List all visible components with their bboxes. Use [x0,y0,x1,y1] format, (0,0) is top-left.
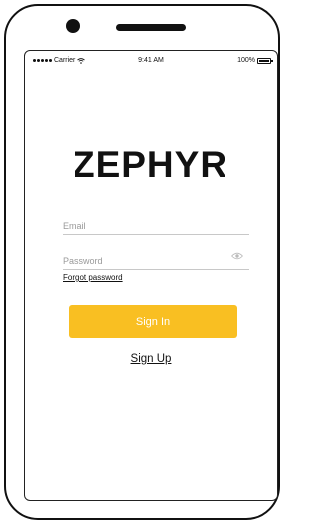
forgot-password-link[interactable]: Forgot password [63,273,123,282]
password-input[interactable] [63,256,223,266]
speaker-icon [116,24,186,31]
sign-in-button[interactable]: Sign In [69,305,237,338]
email-underline [63,234,249,235]
password-field[interactable] [63,251,249,270]
status-bar: Carrier 9:41 AM 100% [25,51,277,69]
email-field[interactable] [63,216,249,235]
app-screen: Carrier 9:41 AM 100% ZEPHYR Email Forgot… [24,50,278,501]
sign-up-link[interactable]: Sign Up [25,353,277,365]
battery-icon [257,57,273,64]
phone-frame: Carrier 9:41 AM 100% ZEPHYR Email Forgot… [4,4,280,520]
status-right: 100% [237,57,273,64]
password-underline [63,269,249,270]
camera-icon [66,19,80,33]
zephyr-logo: ZEPHYR [75,144,225,184]
logo-text: ZEPHYR [75,144,225,184]
battery-percent: 100% [237,57,255,64]
eye-icon[interactable] [231,252,243,260]
email-input[interactable] [63,221,223,231]
